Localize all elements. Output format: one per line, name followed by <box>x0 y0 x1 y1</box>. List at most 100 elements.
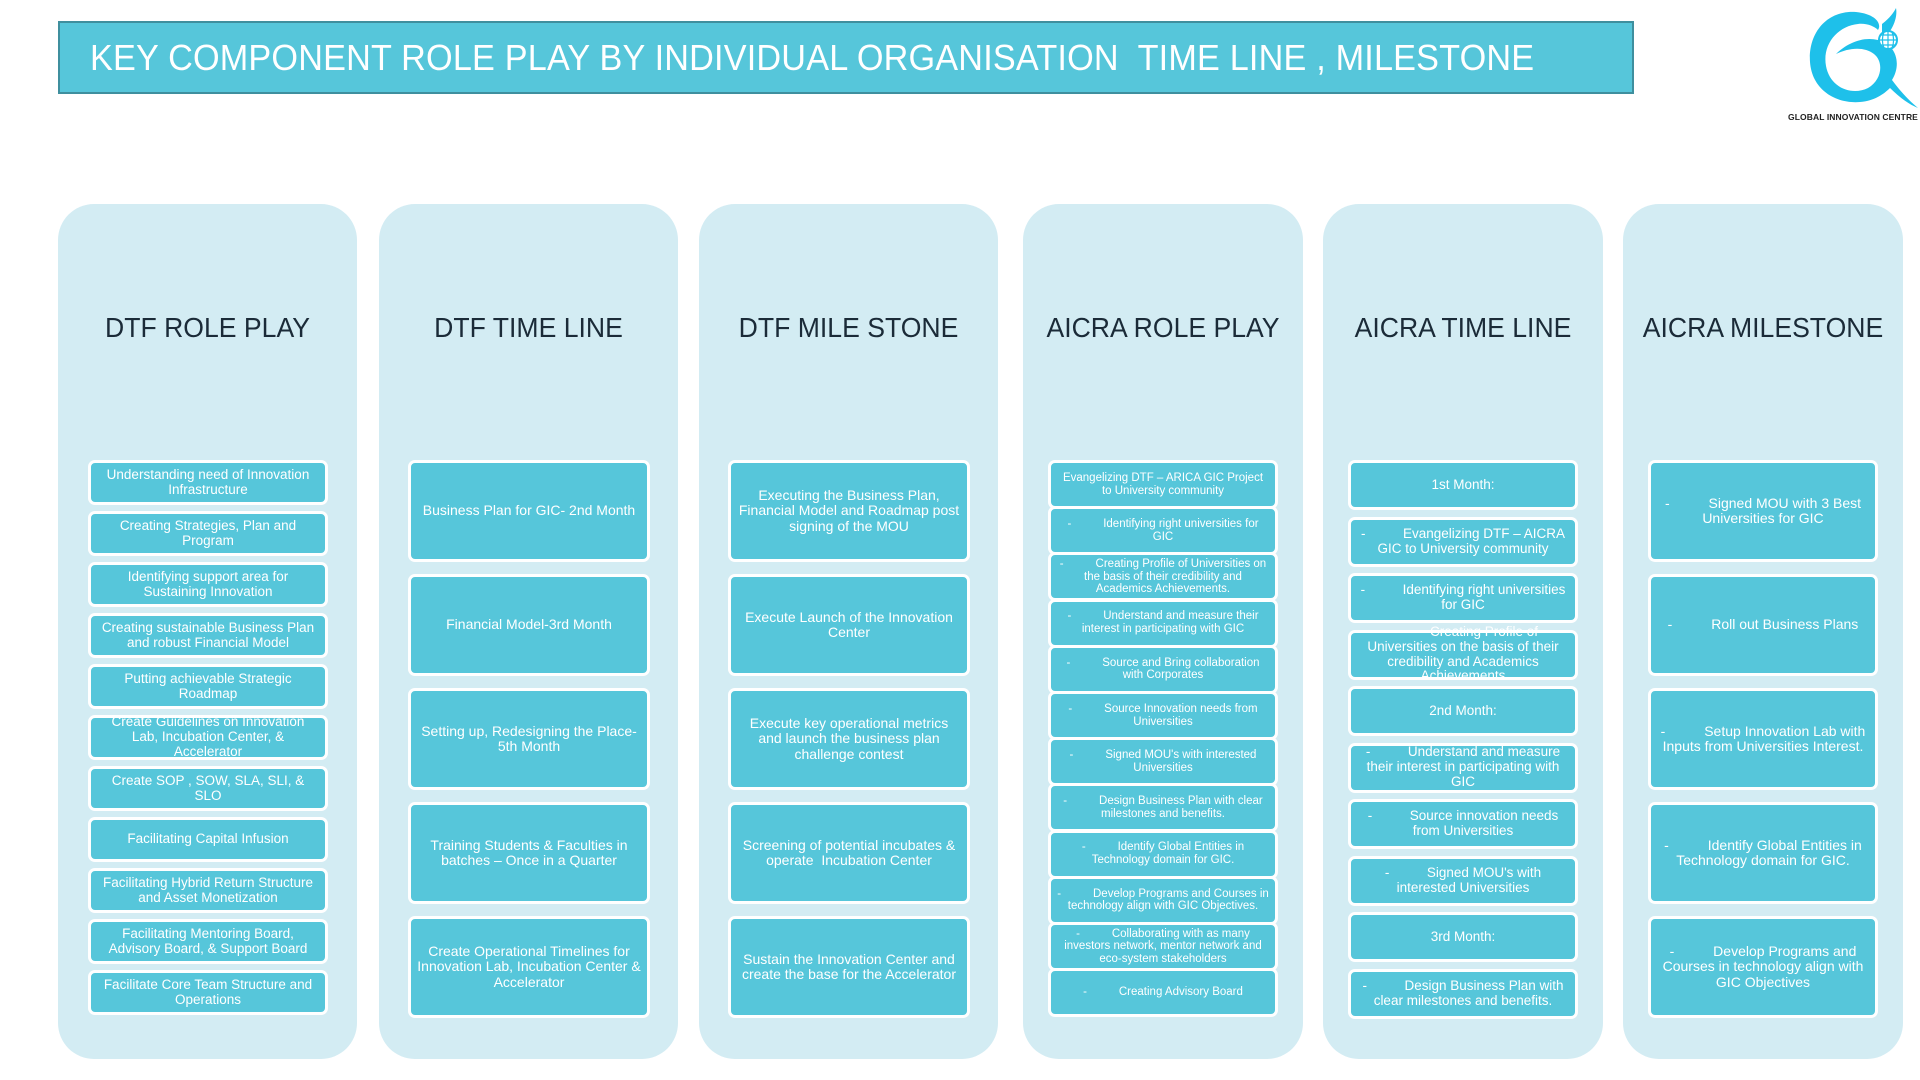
list-item-text: Facilitating Capital Infusion <box>127 831 289 847</box>
list-item-text: Financial Model-3rd Month <box>446 616 612 633</box>
list-item: - Develop Programs and Courses in techno… <box>1048 875 1278 925</box>
list-item: - Identify Global Entities in Technology… <box>1048 829 1278 879</box>
list-item-text: Sustain the Innovation Center and create… <box>741 950 959 982</box>
list-item: Creating sustainable Business Plan and r… <box>88 613 328 658</box>
list-item: Facilitating Capital Infusion <box>88 817 328 862</box>
list-item-text: - Develop Programs and Courses in techno… <box>1662 942 1868 990</box>
list-item-text: - Signed MOU with 3 Best Universities fo… <box>1664 494 1865 526</box>
list-item: Create Operational Timelines for Innovat… <box>408 916 650 1018</box>
list-item: Creating Strategies, Plan and Program <box>88 511 328 556</box>
list-item: - Signed MOU with 3 Best Universities fo… <box>1648 460 1878 562</box>
column-header: DTF MILE STONE <box>738 312 959 343</box>
column-header: AICRA MILESTONE <box>1642 312 1884 343</box>
list-item-text: Facilitating Mentoring Board, Advisory B… <box>108 925 308 956</box>
list-item: Training Students & Faculties in batches… <box>408 802 650 904</box>
list-item: Facilitating Hybrid Return Structure and… <box>88 868 328 913</box>
list-item: - Creating Profile of Universities on th… <box>1348 624 1578 683</box>
list-item-text: Setting up, Redesigning the Place-5th Mo… <box>421 722 637 754</box>
list-item: - Develop Programs and Courses in techno… <box>1648 916 1878 1018</box>
list-item: - Source innovation needs from Universit… <box>1348 799 1578 849</box>
list-item-text: Evangelizing DTF – ARICA GIC Project to … <box>1062 471 1267 497</box>
logo: GLOBAL INNOVATION CENTRE <box>1786 4 1920 124</box>
list-item: Setting up, Redesigning the Place-5th Mo… <box>408 688 650 790</box>
list-item-text: - Design Business Plan with clear milest… <box>1063 795 1266 820</box>
list-item-text: - Understand and measure their interest … <box>1365 744 1564 789</box>
list-item-text: - Evangelizing DTF – AICRA GIC to Univer… <box>1360 525 1569 556</box>
list-item-text: - Signed MOU's with interested Universit… <box>1384 864 1545 895</box>
list-item-text: - Source Innovation needs from Universit… <box>1068 702 1261 728</box>
list-item: - Identifying right universities for GIC <box>1048 506 1278 556</box>
list-item-text: 3rd Month: <box>1430 928 1496 944</box>
list-item: Financial Model-3rd Month <box>408 574 650 676</box>
list-item-text: Creating Strategies, Plan and Program <box>119 517 300 548</box>
list-item-text: Execute Launch of the Innovation Center <box>745 608 957 640</box>
list-item: Identifying support area for Sustaining … <box>88 562 328 607</box>
list-item: 1st Month: <box>1348 460 1578 510</box>
list-item: - Signed MOU's with interested Universit… <box>1348 855 1578 906</box>
list-item-text: - Setup Innovation Lab with Inputs from … <box>1660 722 1870 754</box>
list-item: - Evangelizing DTF – AICRA GIC to Univer… <box>1348 516 1578 567</box>
list-item-text: Executing the Business Plan, Financial M… <box>738 486 964 534</box>
global-innovation-centre-logo-icon <box>1809 8 1918 109</box>
list-item-text: - Roll out Business Plans <box>1667 616 1859 633</box>
list-item-text: Training Students & Faculties in batches… <box>430 836 632 868</box>
list-item-text: - Design Business Plan with clear milest… <box>1362 977 1568 1008</box>
list-item: Create Guidelines on Innovation Lab, Inc… <box>88 714 328 760</box>
list-item: - Source and Bring collaboration with Co… <box>1048 644 1278 694</box>
page-title: KEY COMPONENT ROLE PLAY BY INDIVIDUAL OR… <box>90 36 1535 78</box>
list-item: - Design Business Plan with clear milest… <box>1348 968 1578 1019</box>
list-item: - Identify Global Entities in Technology… <box>1648 802 1878 904</box>
list-item-text: Business Plan for GIC- 2nd Month <box>422 502 636 519</box>
list-item-text: - Creating Profile of Universities on th… <box>1059 557 1270 596</box>
list-item: Execute Launch of the Innovation Center <box>728 574 970 676</box>
logo-text: GLOBAL INNOVATION CENTRE <box>1788 112 1918 122</box>
list-item: Screening of potential incubates & opera… <box>728 802 970 904</box>
column-aicra-time-line: AICRA TIME LINE 1st Month: - Evangelizing … <box>1323 204 1603 1059</box>
list-item: Putting achievable Strategic Roadmap <box>88 664 328 709</box>
list-item: Facilitating Mentoring Board, Advisory B… <box>88 919 328 964</box>
title-bar: KEY COMPONENT ROLE PLAY BY INDIVIDUAL OR… <box>58 21 1634 94</box>
list-item-text: - Identifying right universities for GIC <box>1360 582 1570 612</box>
list-item: - Collaborating with as many investors n… <box>1048 922 1278 971</box>
list-item: - Roll out Business Plans <box>1648 574 1878 676</box>
list-item-text: 2nd Month: <box>1429 702 1497 718</box>
list-item: - Design Business Plan with clear milest… <box>1048 783 1278 833</box>
list-item-text: 1st Month: <box>1431 476 1495 492</box>
list-item: 2nd Month: <box>1348 686 1578 736</box>
list-item-text: - Source innovation needs from Universit… <box>1367 808 1563 838</box>
column-dtf-role-play: DTF ROLE PLAY Understanding need of Innov… <box>58 204 357 1059</box>
list-item-text: Create Operational Timelines for Innovat… <box>417 942 644 990</box>
list-item-text: - Source and Bring collaboration with Co… <box>1066 656 1263 682</box>
column-aicra-milestone: AICRA MILESTONE - Signed MOU with 3 Best … <box>1623 204 1903 1059</box>
list-item-text: - Identifying right universities for GIC <box>1067 518 1262 543</box>
list-item: Sustain the Innovation Center and create… <box>728 916 970 1018</box>
column-aicra-role-play: AICRA ROLE PLAY Evangelizing DTF – ARICA … <box>1023 204 1303 1059</box>
list-item-text: - Collaborating with as many investors n… <box>1064 927 1265 965</box>
list-item-text: - Understand and measure their interest … <box>1067 610 1262 636</box>
list-item: - Creating Profile of Universities on th… <box>1048 552 1278 602</box>
list-item: Executing the Business Plan, Financial M… <box>728 460 970 562</box>
list-item: - Signed MOU's with interested Universit… <box>1048 737 1278 787</box>
column-dtf-time-line: DTF TIME LINE Business Plan for GIC- 2nd … <box>379 204 678 1059</box>
list-item-text: Facilitating Hybrid Return Structure and… <box>102 874 317 905</box>
list-item: - Creating Advisory Board <box>1048 968 1278 1018</box>
column-header: AICRA TIME LINE <box>1354 312 1572 343</box>
list-item-text: Create Guidelines on Innovation Lab, Inc… <box>111 714 309 759</box>
list-item-text: - Identify Global Entities in Technology… <box>1081 841 1248 867</box>
list-item-text: - Develop Programs and Courses in techno… <box>1057 887 1272 913</box>
list-item: - Understand and measure their interest … <box>1348 742 1578 793</box>
list-item-text: Execute key operational metrics and laun… <box>749 714 953 762</box>
list-item: Facilitate Core Team Structure and Opera… <box>88 970 328 1015</box>
list-item-text: Create SOP , SOW, SLA, SLI, & SLO <box>111 772 309 803</box>
list-item-text: Understanding need of Innovation Infrast… <box>106 466 314 497</box>
column-header: AICRA ROLE PLAY <box>1046 312 1280 343</box>
list-item-text: Screening of potential incubates & opera… <box>742 836 960 868</box>
list-item-text: - Creating Advisory Board <box>1083 986 1243 999</box>
list-item: - Source Innovation needs from Universit… <box>1048 691 1278 740</box>
list-item-text: Facilitate Core Team Structure and Opera… <box>103 976 316 1007</box>
list-item-text: - Creating Profile of Universities on th… <box>1367 623 1563 684</box>
list-item: Execute key operational metrics and laun… <box>728 688 970 790</box>
list-item: - Setup Innovation Lab with Inputs from … <box>1648 688 1878 790</box>
column-dtf-mile-stone: DTF MILE STONE Executing the Business Pla… <box>699 204 998 1059</box>
list-item: - Identifying right universities for GIC <box>1348 573 1578 623</box>
